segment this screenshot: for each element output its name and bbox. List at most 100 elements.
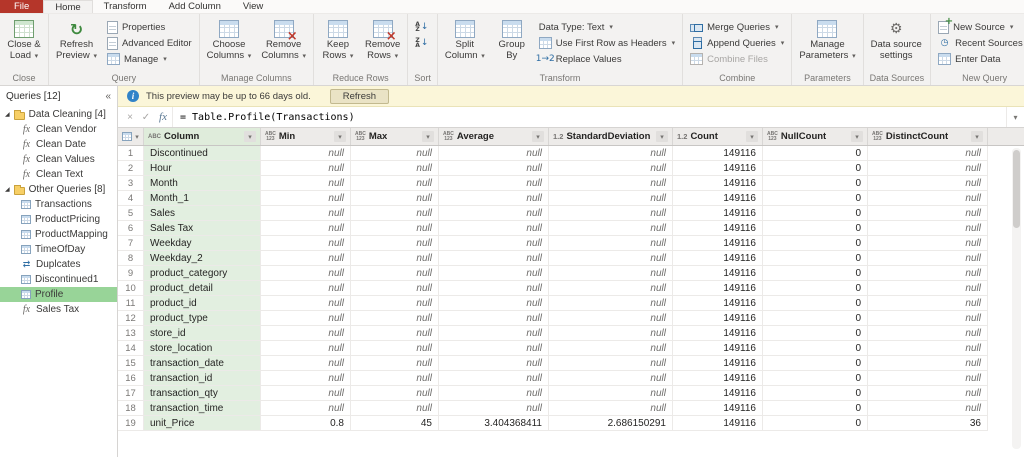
- expand-icon[interactable]: ◢: [5, 186, 10, 193]
- cell[interactable]: null: [261, 191, 351, 206]
- query-item-productpricing[interactable]: ProductPricing: [0, 212, 117, 227]
- column-header-min[interactable]: ABC 123 Min ▾: [261, 128, 351, 145]
- use-first-row-as-headers-button[interactable]: Use First Row as Headers ▾: [535, 35, 679, 51]
- cell[interactable]: null: [868, 176, 988, 191]
- cell[interactable]: 3.404368411: [439, 416, 549, 431]
- cell[interactable]: 149116: [673, 221, 763, 236]
- cell[interactable]: null: [351, 251, 439, 266]
- cell[interactable]: null: [351, 296, 439, 311]
- cell[interactable]: 149116: [673, 326, 763, 341]
- cell[interactable]: 149116: [673, 356, 763, 371]
- cell[interactable]: null: [549, 371, 673, 386]
- cell[interactable]: null: [261, 146, 351, 161]
- cell[interactable]: null: [351, 326, 439, 341]
- cell[interactable]: null: [549, 401, 673, 416]
- cell[interactable]: null: [351, 281, 439, 296]
- cell[interactable]: null: [549, 251, 673, 266]
- cell[interactable]: null: [439, 191, 549, 206]
- formula-input[interactable]: = Table.Profile(Transactions): [172, 107, 1006, 127]
- cell-column-name[interactable]: Sales: [144, 206, 261, 221]
- row-number[interactable]: 12: [118, 311, 144, 326]
- column-header-standarddeviation[interactable]: 1.2 StandardDeviation ▾: [549, 128, 673, 145]
- cell[interactable]: null: [439, 266, 549, 281]
- cell[interactable]: 149116: [673, 146, 763, 161]
- cell[interactable]: null: [439, 176, 549, 191]
- tab-home[interactable]: Home: [43, 0, 93, 13]
- cell[interactable]: 149116: [673, 191, 763, 206]
- cell[interactable]: null: [261, 326, 351, 341]
- folder-other-queries-8[interactable]: ◢ Other Queries [8]: [0, 182, 117, 197]
- new-source-button[interactable]: New Source ▾: [934, 16, 1024, 35]
- cell-column-name[interactable]: Sales Tax: [144, 221, 261, 236]
- cell[interactable]: null: [261, 221, 351, 236]
- cell[interactable]: null: [439, 296, 549, 311]
- query-item-discontinued1[interactable]: Discontinued1: [0, 272, 117, 287]
- cell[interactable]: null: [868, 341, 988, 356]
- cell[interactable]: 0: [763, 266, 868, 281]
- cancel-formula-icon[interactable]: ×: [122, 112, 138, 123]
- cell[interactable]: null: [868, 161, 988, 176]
- expand-formula-bar-icon[interactable]: ▾: [1006, 107, 1024, 127]
- split-column-button[interactable]: Split Column ▾: [441, 16, 489, 73]
- cell[interactable]: null: [351, 386, 439, 401]
- query-item-productmapping[interactable]: ProductMapping: [0, 227, 117, 242]
- cell[interactable]: null: [439, 401, 549, 416]
- cell[interactable]: 149116: [673, 371, 763, 386]
- sort-az-button[interactable]: A Z ↓: [411, 19, 432, 35]
- scrollbar-thumb[interactable]: [1013, 150, 1020, 228]
- filter-icon[interactable]: ▾: [656, 131, 668, 142]
- cell-column-name[interactable]: Weekday_2: [144, 251, 261, 266]
- cell[interactable]: 149116: [673, 251, 763, 266]
- cell-column-name[interactable]: transaction_time: [144, 401, 261, 416]
- row-number[interactable]: 10: [118, 281, 144, 296]
- row-number[interactable]: 8: [118, 251, 144, 266]
- cell[interactable]: null: [261, 386, 351, 401]
- cell[interactable]: 36: [868, 416, 988, 431]
- cell[interactable]: 0: [763, 311, 868, 326]
- cell[interactable]: null: [439, 221, 549, 236]
- cell[interactable]: 149116: [673, 236, 763, 251]
- cell[interactable]: null: [261, 161, 351, 176]
- row-number[interactable]: 13: [118, 326, 144, 341]
- cell[interactable]: null: [868, 191, 988, 206]
- cell[interactable]: 0: [763, 356, 868, 371]
- cell[interactable]: 2.686150291: [549, 416, 673, 431]
- cell[interactable]: null: [868, 281, 988, 296]
- cell-column-name[interactable]: Month: [144, 176, 261, 191]
- column-header-distinctcount[interactable]: ABC 123 DistinctCount ▾: [868, 128, 988, 145]
- data-type-text-button[interactable]: Data Type: Text ▾: [535, 19, 679, 35]
- cell[interactable]: null: [261, 251, 351, 266]
- cell[interactable]: null: [549, 311, 673, 326]
- cell-column-name[interactable]: store_location: [144, 341, 261, 356]
- group-by-button[interactable]: Group By: [491, 16, 533, 73]
- cell[interactable]: null: [549, 236, 673, 251]
- row-number[interactable]: 6: [118, 221, 144, 236]
- row-number[interactable]: 4: [118, 191, 144, 206]
- query-item-timeofday[interactable]: TimeOfDay: [0, 242, 117, 257]
- cell[interactable]: null: [549, 356, 673, 371]
- row-number[interactable]: 14: [118, 341, 144, 356]
- cell[interactable]: null: [351, 266, 439, 281]
- cell[interactable]: null: [868, 311, 988, 326]
- query-item-clean-text[interactable]: fx Clean Text: [0, 167, 117, 182]
- close-load-button[interactable]: Close & Load ▾: [3, 16, 45, 73]
- cell[interactable]: null: [351, 146, 439, 161]
- cell[interactable]: 149116: [673, 161, 763, 176]
- cell[interactable]: null: [549, 161, 673, 176]
- cell[interactable]: null: [261, 341, 351, 356]
- cell[interactable]: 0: [763, 281, 868, 296]
- properties-button[interactable]: Properties: [103, 19, 196, 35]
- query-item-duplcates[interactable]: ⇄ Duplcates: [0, 257, 117, 272]
- cell[interactable]: null: [261, 266, 351, 281]
- cell[interactable]: 149116: [673, 296, 763, 311]
- sort-za-button[interactable]: Z A ↓: [411, 35, 432, 51]
- cell[interactable]: null: [261, 311, 351, 326]
- cell[interactable]: 0.8: [261, 416, 351, 431]
- collapse-queries-pane-icon[interactable]: «: [105, 91, 111, 102]
- row-number[interactable]: 3: [118, 176, 144, 191]
- cell[interactable]: 0: [763, 206, 868, 221]
- cell-column-name[interactable]: Weekday: [144, 236, 261, 251]
- filter-icon[interactable]: ▾: [422, 131, 434, 142]
- select-all-corner[interactable]: ▾: [118, 128, 144, 145]
- row-number[interactable]: 9: [118, 266, 144, 281]
